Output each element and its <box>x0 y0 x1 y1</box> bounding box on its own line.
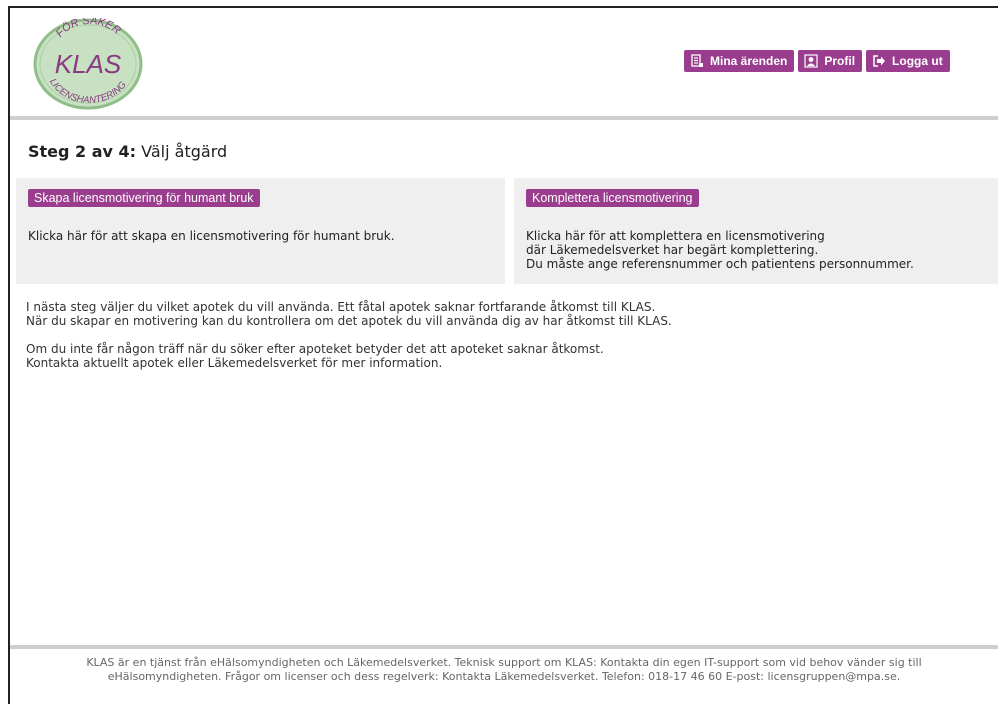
page-title: Steg 2 av 4: Välj åtgärd <box>28 142 227 161</box>
create-motivation-description: Klicka här för att skapa en licensmotive… <box>28 229 395 243</box>
complete-description-line: Du måste ange referensnummer och patient… <box>526 257 914 271</box>
info-paragraph: Om du inte får någon träff när du söker … <box>26 342 672 370</box>
my-cases-label: Mina ärenden <box>710 54 788 68</box>
document-list-icon <box>691 54 703 67</box>
complete-motivation-button[interactable]: Komplettera licensmotivering <box>526 189 699 207</box>
create-motivation-button[interactable]: Skapa licensmotivering för humant bruk <box>28 189 260 207</box>
page-frame: FÖR SÄKER KLAS LICENSHANTERING Mina ären… <box>8 6 998 704</box>
logout-button[interactable]: Logga ut <box>866 50 950 72</box>
complete-description-line: där Läkemedelsverket har begärt komplett… <box>526 243 819 257</box>
footer-divider <box>10 645 998 649</box>
step-indicator: Steg 2 av 4: <box>28 142 137 161</box>
complete-motivation-description: Klicka här för att komplettera en licens… <box>526 229 986 271</box>
top-nav: Mina ärenden Profil Logga ut <box>684 50 950 72</box>
footer-line: eHälsomyndigheten. Frågor om licenser oc… <box>107 670 901 683</box>
info-line: Kontakta aktuellt apotek eller Läkemedel… <box>26 356 443 370</box>
logout-label: Logga ut <box>892 54 943 68</box>
my-cases-button[interactable]: Mina ärenden <box>684 50 795 72</box>
user-profile-icon <box>804 54 818 68</box>
info-line: I nästa steg väljer du vilket apotek du … <box>26 300 656 314</box>
profile-button[interactable]: Profil <box>798 50 863 72</box>
logo-line2: KLAS <box>55 49 122 79</box>
step-title: Välj åtgärd <box>141 142 228 161</box>
complete-description-line: Klicka här för att komplettera en licens… <box>526 229 825 243</box>
info-text: I nästa steg väljer du vilket apotek du … <box>26 300 672 384</box>
footer: KLAS är en tjänst från eHälsomyndigheten… <box>10 656 998 684</box>
logout-icon <box>873 55 886 67</box>
header: FÖR SÄKER KLAS LICENSHANTERING Mina ären… <box>10 8 998 118</box>
profile-label: Profil <box>824 54 856 68</box>
header-divider <box>10 116 998 120</box>
info-line: Om du inte får någon träff när du söker … <box>26 342 604 356</box>
create-motivation-card[interactable]: Skapa licensmotivering för humant bruk K… <box>16 178 505 284</box>
footer-line: KLAS är en tjänst från eHälsomyndigheten… <box>86 656 922 669</box>
info-line: När du skapar en motivering kan du kontr… <box>26 314 672 328</box>
info-paragraph: I nästa steg väljer du vilket apotek du … <box>26 300 672 328</box>
complete-motivation-card[interactable]: Komplettera licensmotivering Klicka här … <box>514 178 998 284</box>
klas-logo[interactable]: FÖR SÄKER KLAS LICENSHANTERING <box>32 18 144 110</box>
